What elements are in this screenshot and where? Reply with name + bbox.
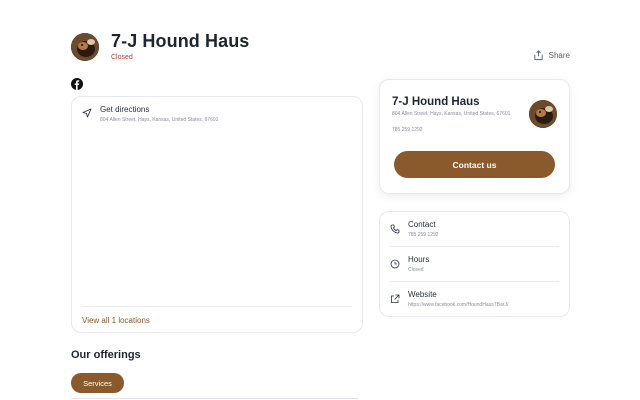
location-address: 804 Allen Street, Hays, Kansas, United S… xyxy=(100,117,219,123)
status-badge: Closed xyxy=(111,54,133,61)
offerings-heading: Our offerings xyxy=(71,349,141,361)
divider xyxy=(71,398,358,399)
share-label: Share xyxy=(548,51,570,60)
phone-icon xyxy=(390,224,400,234)
dog-photo-avatar xyxy=(71,33,99,61)
divider xyxy=(390,246,559,247)
page-title: 7-J Hound Haus xyxy=(111,31,250,51)
facebook-icon[interactable] xyxy=(71,78,83,90)
contact-row[interactable]: Contact 785 259 1292 xyxy=(390,220,439,238)
contact-info-card: Contact 785 259 1292 Hours Closed Websit… xyxy=(379,211,570,317)
directions-label: Get directions xyxy=(100,105,150,114)
contact-value: 785 259 1292 xyxy=(408,232,439,238)
business-avatar xyxy=(71,33,99,61)
profile-avatar xyxy=(529,100,557,128)
offering-chip-services[interactable]: Services xyxy=(71,373,124,393)
clock-icon xyxy=(390,259,400,269)
view-all-locations-link[interactable]: View all 1 locations xyxy=(82,316,150,325)
dog-photo-avatar xyxy=(529,100,557,128)
divider xyxy=(390,281,559,282)
share-button[interactable]: Share xyxy=(533,50,570,61)
hours-label: Hours xyxy=(408,255,430,264)
contact-label: Contact xyxy=(408,220,436,229)
website-row[interactable]: Website https://www.facebook.com/HoundHa… xyxy=(390,290,508,308)
hours-row[interactable]: Hours Closed xyxy=(390,255,429,273)
navigation-arrow-icon xyxy=(82,108,92,118)
hours-status: Closed xyxy=(408,267,424,273)
external-link-icon xyxy=(391,294,400,303)
profile-address: 804 Allen Street, Hays, Kansas, United S… xyxy=(392,111,511,117)
website-url[interactable]: https://www.facebook.com/HoundHaus7BarJ/ xyxy=(408,302,508,308)
contact-us-button[interactable]: Contact us xyxy=(394,151,555,178)
divider xyxy=(82,306,352,307)
profile-title: 7-J Hound Haus xyxy=(392,96,480,108)
get-directions-link[interactable]: Get directions 804 Allen Street, Hays, K… xyxy=(82,105,218,123)
share-icon xyxy=(534,50,543,61)
business-profile-card: 7-J Hound Haus 804 Allen Street, Hays, K… xyxy=(379,79,570,194)
location-card: Get directions 804 Allen Street, Hays, K… xyxy=(71,96,363,333)
profile-phone: 785 259 1292 xyxy=(392,127,423,133)
website-label: Website xyxy=(408,290,437,299)
